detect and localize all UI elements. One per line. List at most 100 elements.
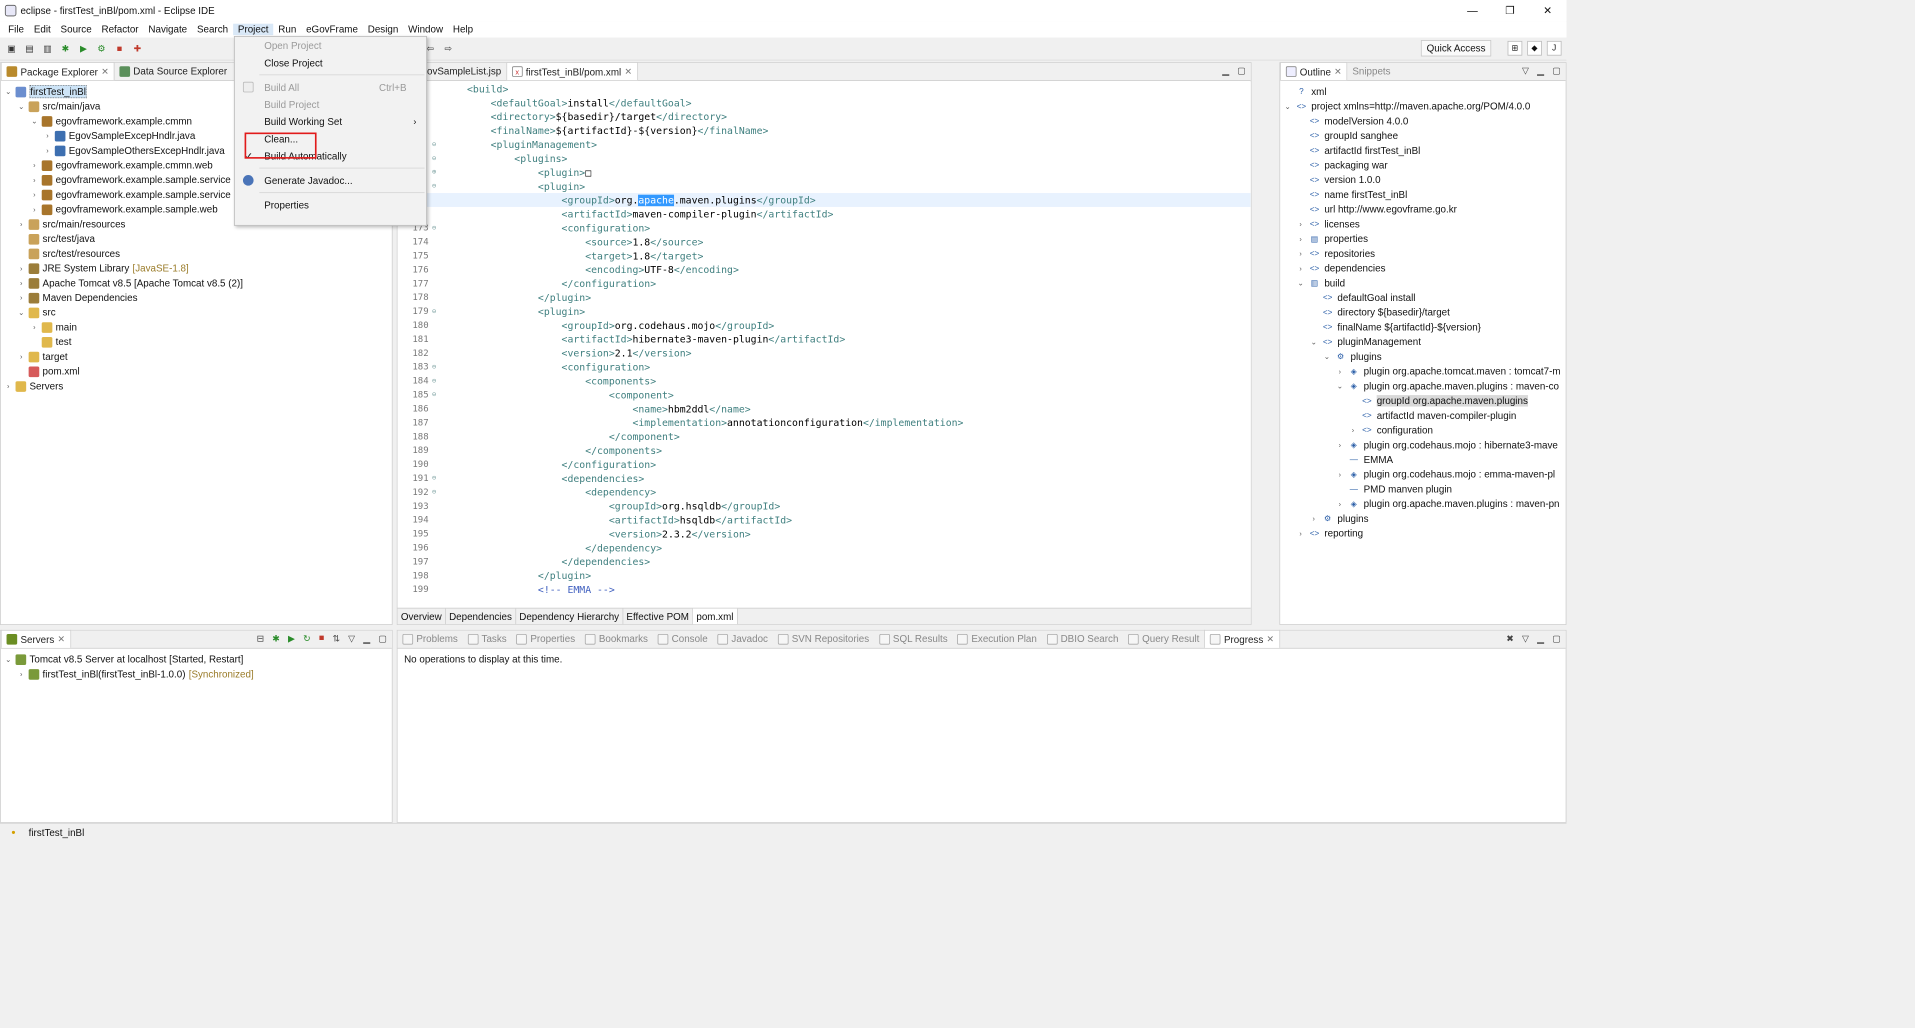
tree-item[interactable]: › main	[4, 320, 392, 335]
tab-bookmarks[interactable]: Bookmarks	[580, 630, 653, 648]
view-menu-icon[interactable]: ▽	[1522, 65, 1529, 76]
twisty-icon[interactable]: ⌄	[1310, 337, 1318, 346]
close-icon[interactable]: ✕	[58, 634, 66, 645]
menu-source[interactable]: Source	[56, 24, 97, 35]
menu-egovframe[interactable]: eGovFrame	[301, 24, 363, 35]
outline-item[interactable]: <> directory ${basedir}/target	[1283, 305, 1565, 320]
restore-button[interactable]: ❐	[1491, 0, 1529, 21]
deploy-icon[interactable]: ✚	[131, 42, 144, 55]
fold-icon[interactable]: ⊖	[432, 154, 440, 162]
server-item[interactable]: › firstTest_inBl(firstTest_inBl-1.0.0) [Sy…	[4, 667, 392, 682]
twisty-icon[interactable]: ›	[1297, 529, 1305, 537]
outline-item[interactable]: ⌄ ◈ plugin org.apache.maven.plugins : mave…	[1283, 379, 1565, 394]
tab-progress[interactable]: Progress ✕	[1204, 629, 1280, 648]
twisty-icon[interactable]: ›	[30, 191, 38, 199]
maximize-icon[interactable]: ▢	[378, 633, 387, 644]
close-icon[interactable]: ✕	[101, 66, 109, 77]
save-all-icon[interactable]: ▥	[41, 42, 54, 55]
outline-item[interactable]: › <> reporting	[1283, 526, 1565, 541]
tab-overview[interactable]: Overview	[398, 608, 446, 625]
fold-icon[interactable]: ⊖	[432, 391, 440, 399]
fold-icon[interactable]: ⊖	[432, 140, 440, 148]
twisty-icon[interactable]: ›	[1297, 235, 1305, 243]
close-icon[interactable]: ✕	[1334, 66, 1342, 77]
tab-dependency-hierarchy[interactable]: Dependency Hierarchy	[516, 608, 624, 625]
twisty-icon[interactable]: ›	[17, 294, 25, 302]
tab-pom-xml-source[interactable]: pom.xml	[693, 608, 738, 625]
twisty-icon[interactable]: ›	[4, 382, 12, 390]
outline-item[interactable]: <> url http://www.egovframe.go.kr	[1283, 202, 1565, 217]
twisty-icon[interactable]: ›	[1297, 249, 1305, 257]
debug-icon[interactable]: ✱	[59, 42, 72, 55]
tab-sql-results[interactable]: SQL Results	[874, 630, 952, 648]
stop-icon[interactable]: ■	[113, 42, 126, 55]
tree-item[interactable]: › Maven Dependencies	[4, 290, 392, 305]
twisty-icon[interactable]: ⌄	[1336, 382, 1344, 391]
maximize-icon[interactable]: ▢	[1552, 633, 1561, 644]
tab-svn-repositories[interactable]: SVN Repositories	[773, 630, 874, 648]
tab-dbio-search[interactable]: DBIO Search	[1042, 630, 1124, 648]
twisty-icon[interactable]: ›	[30, 176, 38, 184]
outline-item[interactable]: <> defaultGoal install	[1283, 290, 1565, 305]
twisty-icon[interactable]: ⌄	[1323, 352, 1331, 361]
outline-item[interactable]: › <> dependencies	[1283, 261, 1565, 276]
twisty-icon[interactable]: ›	[1349, 426, 1357, 434]
menu-item-build-working-set[interactable]: Build Working Set ›	[235, 113, 426, 130]
outline-item[interactable]: <> groupId sanghee	[1283, 128, 1565, 143]
twisty-icon[interactable]: ›	[30, 323, 38, 331]
outline-item[interactable]: ? xml	[1283, 84, 1565, 99]
outline-item[interactable]: — PMD manven plugin	[1283, 482, 1565, 497]
outline-item[interactable]: <> version 1.0.0	[1283, 173, 1565, 188]
tab-package-explorer[interactable]: Package Explorer ✕	[0, 62, 115, 81]
tree-item[interactable]: › JRE System Library [JavaSE-1.8]	[4, 261, 392, 276]
minimize-icon[interactable]: ▁	[363, 633, 370, 644]
twisty-icon[interactable]: ›	[1336, 441, 1344, 449]
tab-dependencies[interactable]: Dependencies	[446, 608, 516, 625]
collapse-icon[interactable]: ⊟	[257, 633, 265, 644]
menu-item-generate-javadoc[interactable]: Generate Javadoc...	[235, 172, 426, 189]
start-server-icon[interactable]: ▶	[288, 633, 295, 644]
menu-window[interactable]: Window	[403, 24, 448, 35]
profile-server-icon[interactable]: ↻	[303, 633, 311, 644]
tab-tasks[interactable]: Tasks	[463, 630, 512, 648]
tab-javadoc[interactable]: Javadoc	[713, 630, 773, 648]
outline-item[interactable]: › ◈ plugin org.apache.tomcat.maven : tomca…	[1283, 364, 1565, 379]
open-perspective-icon[interactable]: ⊞	[1507, 40, 1523, 56]
remove-all-icon[interactable]: ✖	[1506, 633, 1514, 644]
debug-server-icon[interactable]: ✱	[272, 633, 280, 644]
publish-icon[interactable]: ⇅	[332, 633, 340, 644]
tab-pom-xml[interactable]: x firstTest_inBl/pom.xml ✕	[506, 62, 638, 81]
maximize-icon[interactable]: ▢	[1552, 65, 1561, 76]
twisty-icon[interactable]: ›	[1297, 264, 1305, 272]
outline-item[interactable]: ⌄ ⚙ plugins	[1283, 349, 1565, 364]
outline-item[interactable]: <> finalName ${artifactId}-${version}	[1283, 320, 1565, 335]
tree-item[interactable]: › Servers	[4, 379, 392, 394]
twisty-icon[interactable]: ›	[30, 161, 38, 169]
twisty-icon[interactable]: ›	[17, 220, 25, 228]
menu-item-close-project[interactable]: Close Project	[235, 54, 426, 71]
menu-edit[interactable]: Edit	[29, 24, 56, 35]
twisty-icon[interactable]: ›	[30, 205, 38, 213]
tab-console[interactable]: Console	[653, 630, 713, 648]
outline-item[interactable]: › ◈ plugin org.codehaus.mojo : emma-maven-…	[1283, 467, 1565, 482]
fold-icon[interactable]: ⊖	[432, 488, 440, 496]
tab-data-source-explorer[interactable]: Data Source Explorer	[114, 62, 232, 80]
fold-icon[interactable]: ⊖	[432, 377, 440, 385]
tab-properties[interactable]: Properties	[512, 630, 580, 648]
tab-effective-pom[interactable]: Effective POM	[623, 608, 694, 625]
twisty-icon[interactable]: ›	[1336, 500, 1344, 508]
tab-outline[interactable]: Outline ✕	[1280, 62, 1348, 81]
menu-help[interactable]: Help	[448, 24, 478, 35]
twisty-icon[interactable]: ›	[1336, 367, 1344, 375]
twisty-icon[interactable]: ⌄	[4, 87, 12, 96]
tree-item[interactable]: src/test/java	[4, 231, 392, 246]
view-menu-icon[interactable]: ▽	[348, 633, 355, 644]
tab-servers[interactable]: Servers ✕	[0, 629, 71, 648]
outline-item[interactable]: › <> configuration	[1283, 423, 1565, 438]
outline-item[interactable]: › ⚙ plugins	[1283, 511, 1565, 526]
twisty-icon[interactable]: ⌄	[17, 102, 25, 111]
twisty-icon[interactable]: ›	[17, 279, 25, 287]
menu-file[interactable]: File	[3, 24, 29, 35]
outline-item[interactable]: <> packaging war	[1283, 158, 1565, 173]
outline-item[interactable]: <> groupId org.apache.maven.plugins	[1283, 393, 1565, 408]
